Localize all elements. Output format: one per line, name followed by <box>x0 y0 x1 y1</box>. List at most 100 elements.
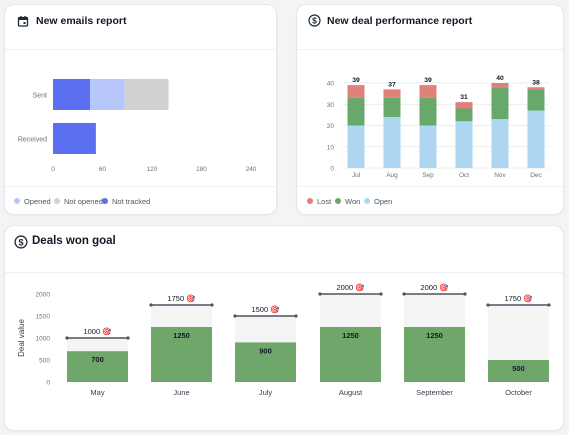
bar-segment <box>53 79 91 110</box>
legend-swatch <box>54 198 60 205</box>
goal-label: 1000 🎯 <box>83 327 112 336</box>
legend-label: Open <box>374 197 393 206</box>
tick-label: 1500 <box>36 314 51 321</box>
total-label: 38 <box>532 79 540 86</box>
svg-text:$: $ <box>312 16 317 26</box>
goal-label: 1500 🎯 <box>251 305 280 314</box>
legend-item-lost[interactable]: Lost <box>307 197 331 206</box>
tick-label: 40 <box>327 81 335 88</box>
category-label: Sep <box>422 172 434 179</box>
card-header: $ New deal performance report <box>297 5 563 50</box>
tick-label: 0 <box>46 380 50 387</box>
tick-label: 0 <box>330 166 334 173</box>
category-label: Sent <box>33 93 47 100</box>
goal-line-cap <box>379 292 383 296</box>
tick-label: 10 <box>327 144 335 151</box>
emails-report-card: New emails report Sent Received 0 60 120 180 2… <box>5 5 276 214</box>
legend-swatch <box>307 198 313 205</box>
tick-label: 120 <box>147 166 158 173</box>
card-title: New deal performance report <box>327 15 473 27</box>
calendar-icon <box>17 16 29 27</box>
tick-label: 0 <box>51 166 55 173</box>
bar-segment <box>90 79 125 110</box>
dollar-circle-icon: $ <box>308 14 321 27</box>
legend-swatch <box>102 198 108 205</box>
total-label: 39 <box>424 77 432 84</box>
goal-line-cap <box>149 303 153 307</box>
value-label: 500 <box>512 364 525 373</box>
goal-line-cap <box>463 292 467 296</box>
legend-item-won[interactable]: Won <box>335 197 360 206</box>
category-label: Oct <box>459 172 469 179</box>
bar-segment <box>527 87 545 90</box>
value-label: 700 <box>91 355 104 364</box>
category-label: Received <box>18 137 47 144</box>
bar-segment <box>347 125 365 168</box>
value-label: 1250 <box>342 331 359 340</box>
goal-line-cap <box>402 292 406 296</box>
dollar-circle-icon: $ <box>14 235 28 249</box>
category-label: July <box>259 388 273 397</box>
tick-label: 2000 <box>36 292 51 299</box>
tick-label: 240 <box>246 166 257 173</box>
bar-segment <box>124 79 169 110</box>
bar-segment <box>383 97 401 117</box>
legend-item-open[interactable]: Open <box>364 197 392 206</box>
emails-legend: Opened Not opened Not tracked <box>5 186 276 214</box>
goal-line-cap <box>486 303 490 307</box>
category-label: August <box>339 388 363 397</box>
category-label: Aug <box>386 172 398 179</box>
category-label: Jul <box>352 172 361 179</box>
category-label: October <box>505 388 532 397</box>
tick-label: 500 <box>39 358 50 365</box>
legend-item-not-opened[interactable]: Not opened <box>54 197 103 206</box>
legend-label: Not opened <box>64 197 103 206</box>
legend-swatch <box>335 198 341 205</box>
goal-line-cap <box>294 314 298 318</box>
goal-line-cap <box>233 314 237 318</box>
bar-segment <box>383 117 401 168</box>
category-label: June <box>173 388 189 397</box>
category-label: May <box>90 388 104 397</box>
card-title: New emails report <box>36 15 127 27</box>
legend-swatch <box>14 198 20 205</box>
tick-label: 30 <box>327 102 335 109</box>
goal-label: 2000 🎯 <box>336 283 365 292</box>
goal-chart: Deal value 0 500 1000 1500 2000 1000 🎯 700 May 17… <box>17 283 551 397</box>
legend-label: Won <box>345 197 361 206</box>
bar-segment <box>347 97 365 126</box>
bar-segment <box>455 108 473 122</box>
goal-label: 1750 🎯 <box>504 294 533 303</box>
tick-label: 60 <box>99 166 107 173</box>
bar-segment <box>419 97 437 126</box>
bar-segment <box>383 89 401 98</box>
card-header: New emails report <box>5 5 276 50</box>
card-header: $ Deals won goal <box>5 226 563 273</box>
legend-item-opened[interactable]: Opened <box>14 197 51 206</box>
bar-segment <box>455 121 473 168</box>
bar-segment <box>419 125 437 168</box>
total-label: 31 <box>460 94 468 101</box>
goal-line-cap <box>65 336 69 340</box>
deals-legend: Lost Won Open <box>297 186 563 214</box>
tick-label: 180 <box>196 166 207 173</box>
category-label: Dec <box>530 172 542 179</box>
bar-segment <box>419 85 437 98</box>
legend-label: Opened <box>24 197 51 206</box>
deal-performance-card: $ New deal performance report 0 10 20 30 40 3… <box>297 5 563 214</box>
goal-line-cap <box>318 292 322 296</box>
y-axis-label: Deal value <box>17 319 26 357</box>
bar-segment <box>53 123 96 154</box>
bar-segment <box>527 89 545 111</box>
tick-label: 20 <box>327 123 335 130</box>
bar-segment <box>491 83 509 88</box>
legend-label: Not tracked <box>112 197 151 206</box>
deals-chart: 0 10 20 30 40 39 Jul 37 Aug 39 Sep 31 Oct 40 Nov 38 Dec <box>327 75 549 179</box>
goal-line-cap <box>126 336 130 340</box>
legend-item-not-tracked[interactable]: Not tracked <box>102 197 150 206</box>
total-label: 39 <box>352 77 360 84</box>
value-label: 1250 <box>173 331 190 340</box>
value-label: 900 <box>259 346 272 355</box>
deals-won-goal-card: $ Deals won goal Deal value 0 500 1000 1500 2… <box>5 226 563 430</box>
tick-label: 1000 <box>36 336 51 343</box>
